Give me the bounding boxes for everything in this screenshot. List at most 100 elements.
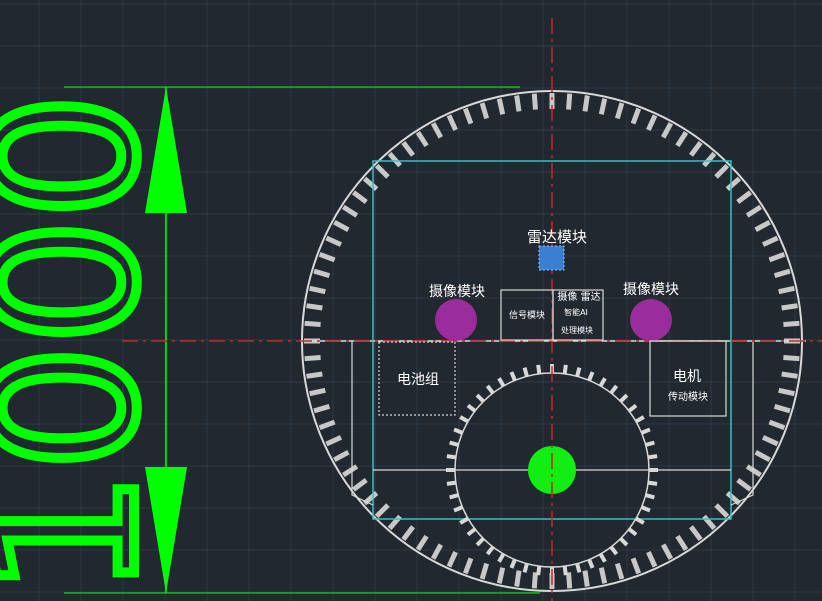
gear-tooth bbox=[609, 545, 619, 556]
radar-module: 雷达模块 bbox=[527, 228, 587, 271]
tread bbox=[736, 190, 753, 204]
motor-module-title: 电机 bbox=[673, 369, 701, 385]
tread bbox=[754, 219, 771, 233]
gear-tooth bbox=[536, 364, 542, 375]
tread bbox=[702, 514, 717, 531]
tread bbox=[318, 251, 336, 263]
tread bbox=[496, 567, 506, 584]
gear-tooth bbox=[485, 384, 495, 395]
ai-module: 摄像 雷达 智能AI 处理模块 bbox=[552, 289, 604, 341]
camera-right: 摄像模块 bbox=[623, 282, 679, 341]
tread bbox=[783, 320, 800, 327]
gear-tooth bbox=[619, 393, 629, 403]
camera-left-lens bbox=[435, 299, 477, 341]
tread bbox=[401, 525, 415, 542]
gear-tooth bbox=[619, 537, 629, 547]
tread bbox=[689, 140, 703, 157]
tread bbox=[773, 403, 791, 414]
tread bbox=[333, 219, 350, 233]
gear-tooth bbox=[575, 563, 582, 573]
gear-tooth bbox=[645, 440, 655, 447]
dimension-value: 1000 bbox=[0, 93, 181, 597]
tread bbox=[582, 570, 590, 587]
gear-tooth bbox=[598, 553, 607, 563]
tread bbox=[702, 151, 717, 168]
camera-right-lens bbox=[630, 299, 672, 341]
tread bbox=[514, 570, 522, 587]
tread bbox=[646, 550, 658, 568]
tread bbox=[745, 464, 762, 478]
gear-tooth bbox=[587, 558, 595, 569]
cad-canvas: 1000 雷达模块 摄像模块 摄像模块 信号模块 摄像 雷达 智能AI 处理模块… bbox=[0, 0, 822, 601]
gear-tooth bbox=[446, 480, 457, 486]
gear-tooth bbox=[635, 415, 645, 424]
gear-tooth bbox=[466, 527, 477, 537]
gear-tooth bbox=[446, 454, 457, 460]
gear-tooth bbox=[627, 527, 638, 537]
tread bbox=[479, 102, 490, 120]
tread bbox=[754, 449, 771, 463]
tread bbox=[309, 387, 326, 397]
camera-right-label: 摄像模块 bbox=[623, 282, 679, 298]
radar-module-box bbox=[538, 245, 565, 271]
tread bbox=[773, 268, 791, 279]
tread bbox=[566, 572, 573, 589]
tread bbox=[660, 122, 674, 139]
tread bbox=[496, 98, 506, 115]
tread bbox=[325, 435, 343, 447]
gear-tooth bbox=[449, 440, 459, 447]
motor-module-subtitle: 传动模块 bbox=[668, 391, 708, 403]
tread bbox=[614, 562, 625, 580]
tread bbox=[401, 140, 415, 157]
ai-module-line3: 处理模块 bbox=[561, 325, 593, 335]
tread bbox=[318, 419, 336, 431]
tread bbox=[387, 514, 402, 531]
motor-module: 电机 传动模块 bbox=[649, 340, 727, 417]
gear-tooth bbox=[497, 553, 506, 563]
ai-module-title: 摄像 雷达 bbox=[557, 290, 600, 303]
tread bbox=[582, 95, 590, 112]
tread bbox=[725, 176, 742, 191]
gear-tooth bbox=[509, 371, 517, 382]
tread bbox=[351, 478, 368, 492]
gear-tooth bbox=[575, 367, 582, 377]
tread bbox=[374, 163, 390, 179]
tread bbox=[304, 355, 321, 362]
gear-tooth bbox=[466, 403, 477, 413]
tread bbox=[306, 303, 323, 311]
tread bbox=[462, 107, 474, 125]
tread bbox=[531, 572, 538, 589]
tread bbox=[778, 387, 795, 397]
tread bbox=[304, 320, 321, 327]
gear-tooth bbox=[647, 480, 658, 486]
gear-tooth bbox=[587, 371, 595, 382]
tread bbox=[446, 550, 458, 568]
tread bbox=[689, 525, 703, 542]
tread bbox=[675, 131, 689, 148]
tread bbox=[736, 478, 753, 492]
tread bbox=[566, 93, 573, 110]
tread bbox=[761, 435, 779, 447]
camera-left-label: 摄像模块 bbox=[429, 284, 485, 300]
gear-tooth bbox=[475, 537, 485, 547]
gear-tooth bbox=[449, 493, 459, 500]
tread bbox=[387, 151, 402, 168]
tread bbox=[446, 114, 458, 132]
ai-module-line2: 智能AI bbox=[564, 307, 588, 317]
tread bbox=[309, 285, 326, 295]
tread bbox=[768, 251, 786, 263]
tread bbox=[783, 355, 800, 362]
gear-tooth bbox=[562, 565, 568, 576]
gear-tooth bbox=[645, 493, 655, 500]
tread bbox=[333, 449, 350, 463]
gear-tooth bbox=[609, 384, 619, 395]
gear-tooth bbox=[640, 427, 651, 435]
gear-tooth bbox=[475, 393, 485, 403]
gear-tooth bbox=[453, 427, 464, 435]
tread bbox=[514, 95, 522, 112]
tread bbox=[462, 557, 474, 575]
tread bbox=[598, 567, 608, 584]
radar-module-label: 雷达模块 bbox=[527, 228, 587, 246]
gear-tooth bbox=[509, 558, 517, 569]
tread bbox=[531, 93, 538, 110]
